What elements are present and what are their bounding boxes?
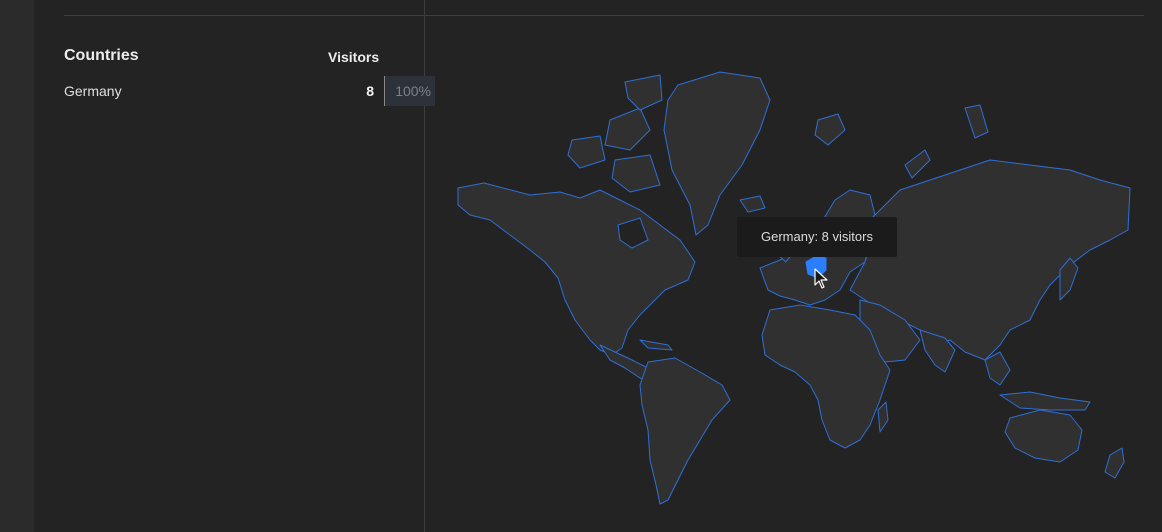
caribbean-shape[interactable] [639,339,673,351]
south-america-shape[interactable] [639,357,731,505]
world-map[interactable] [0,0,1162,532]
north-america-shape[interactable] [457,182,696,356]
arctic-islands-shape-3[interactable] [567,135,606,169]
madagascar-shape[interactable] [877,401,889,433]
arctic-islands-shape[interactable] [604,107,651,151]
australia-shape[interactable] [1004,409,1083,463]
new-zealand-shape[interactable] [1104,447,1125,479]
arctic-russia-island-shape[interactable] [964,104,989,139]
iceland-shape[interactable] [739,195,766,213]
mouse-cursor-icon [814,268,828,289]
indonesia-shape[interactable] [999,391,1091,411]
arctic-islands-shape-4[interactable] [611,154,661,193]
novaya-zemlya-shape[interactable] [904,149,931,179]
svalbard-shape[interactable] [814,113,846,146]
world-map-svg[interactable] [0,0,1162,532]
map-tooltip: Germany: 8 visitors [737,217,897,257]
arctic-islands-shape-2[interactable] [624,74,663,111]
